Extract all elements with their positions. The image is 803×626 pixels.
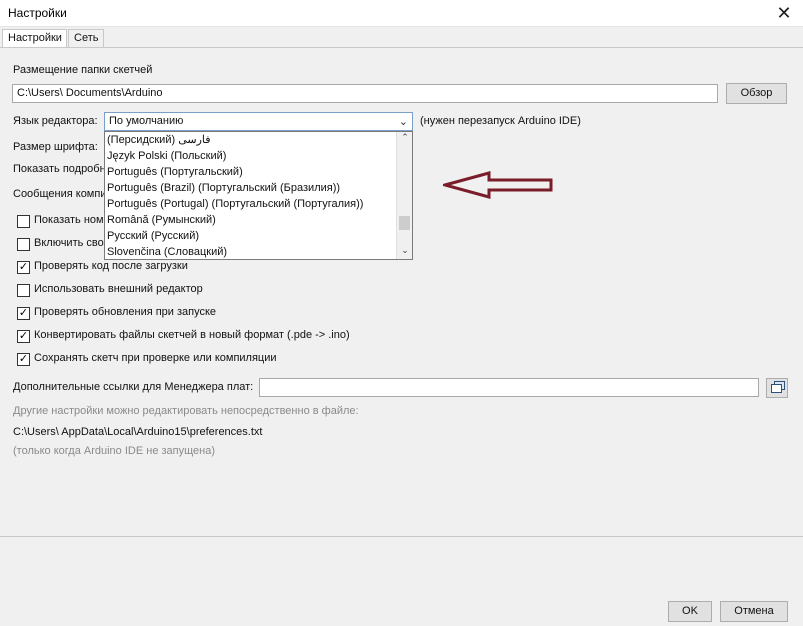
open-urls-window-icon[interactable]	[766, 378, 788, 398]
scroll-down-icon[interactable]: ⌄	[397, 245, 412, 259]
language-option[interactable]: Română (Румынский)	[107, 212, 216, 228]
external-editor-checkbox[interactable]	[17, 284, 30, 297]
scroll-up-icon[interactable]: ⌃	[397, 132, 412, 146]
save-on-verify-checkbox[interactable]: ✓	[17, 353, 30, 366]
language-selected-value: По умолчанию	[109, 115, 184, 127]
font-size-label: Размер шрифта:	[13, 141, 98, 153]
title-bar: Настройки ✕	[0, 0, 803, 27]
prefs-hint: Другие настройки можно редактировать неп…	[13, 405, 359, 417]
prefs-note: (только когда Arduino IDE не запущена)	[13, 445, 216, 457]
pointer-arrow-icon	[443, 171, 553, 199]
code-folding-label: Включить сво	[34, 237, 104, 249]
verify-upload-label: Проверять код после загрузки	[34, 260, 188, 272]
language-option[interactable]: Język Polski (Польский)	[107, 148, 226, 164]
verbose-label: Показать подробн	[13, 163, 106, 175]
convert-files-label: Конвертировать файлы скетчей в новый фор…	[34, 329, 350, 341]
language-select[interactable]: По умолчанию ⌄	[104, 112, 413, 131]
window-title: Настройки	[8, 6, 67, 20]
sketchbook-path-input[interactable]: C:\Users\ Documents\Arduino	[12, 84, 718, 103]
save-on-verify-label: Сохранять скетч при проверке или компиля…	[34, 352, 277, 364]
check-updates-label: Проверять обновления при запуске	[34, 306, 217, 318]
convert-files-checkbox[interactable]: ✓	[17, 330, 30, 343]
prefs-path: C:\Users\ AppData\Local\Arduino15\prefer…	[13, 426, 263, 438]
code-folding-checkbox[interactable]	[17, 238, 30, 251]
language-dropdown-list[interactable]: (Персидский) فارسی Język Polski (Польски…	[104, 131, 413, 260]
check-updates-checkbox[interactable]: ✓	[17, 307, 30, 320]
close-icon[interactable]: ✕	[773, 3, 795, 23]
language-option[interactable]: Русский (Русский)	[107, 228, 199, 244]
language-option[interactable]: Slovenčina (Словацкий)	[107, 244, 227, 259]
boards-manager-label: Дополнительные ссылки для Менеджера плат…	[13, 381, 254, 393]
browse-button[interactable]: Обзор	[726, 83, 787, 104]
language-option[interactable]: Português (Brazil) (Португальский (Брази…	[107, 180, 340, 196]
language-label: Язык редактора:	[13, 115, 98, 127]
restart-note: (нужен перезапуск Arduino IDE)	[420, 115, 581, 127]
ok-button[interactable]: OK	[668, 601, 712, 622]
language-option[interactable]: (Персидский) فارسی	[107, 132, 211, 148]
arrow-shape	[443, 171, 553, 199]
chevron-down-icon: ⌄	[398, 116, 408, 128]
tab-settings[interactable]: Настройки	[2, 29, 67, 48]
external-editor-label: Использовать внешний редактор	[34, 283, 203, 295]
language-option[interactable]: Português (Portugal) (Португальский (Пор…	[107, 196, 363, 212]
line-numbers-checkbox[interactable]	[17, 215, 30, 228]
verify-upload-checkbox[interactable]: ✓	[17, 261, 30, 274]
dropdown-scrollbar[interactable]: ⌃ ⌄	[396, 132, 412, 259]
tab-network[interactable]: Сеть	[68, 29, 104, 47]
sketchbook-label: Размещение папки скетчей	[13, 64, 153, 76]
warnings-label: Сообщения компи	[13, 188, 107, 200]
line-numbers-label: Показать номе	[34, 214, 110, 226]
language-option[interactable]: Português (Португальский)	[107, 164, 243, 180]
cancel-button[interactable]: Отмена	[720, 601, 788, 622]
boards-manager-urls-input[interactable]	[259, 378, 759, 397]
scroll-thumb[interactable]	[399, 216, 410, 230]
